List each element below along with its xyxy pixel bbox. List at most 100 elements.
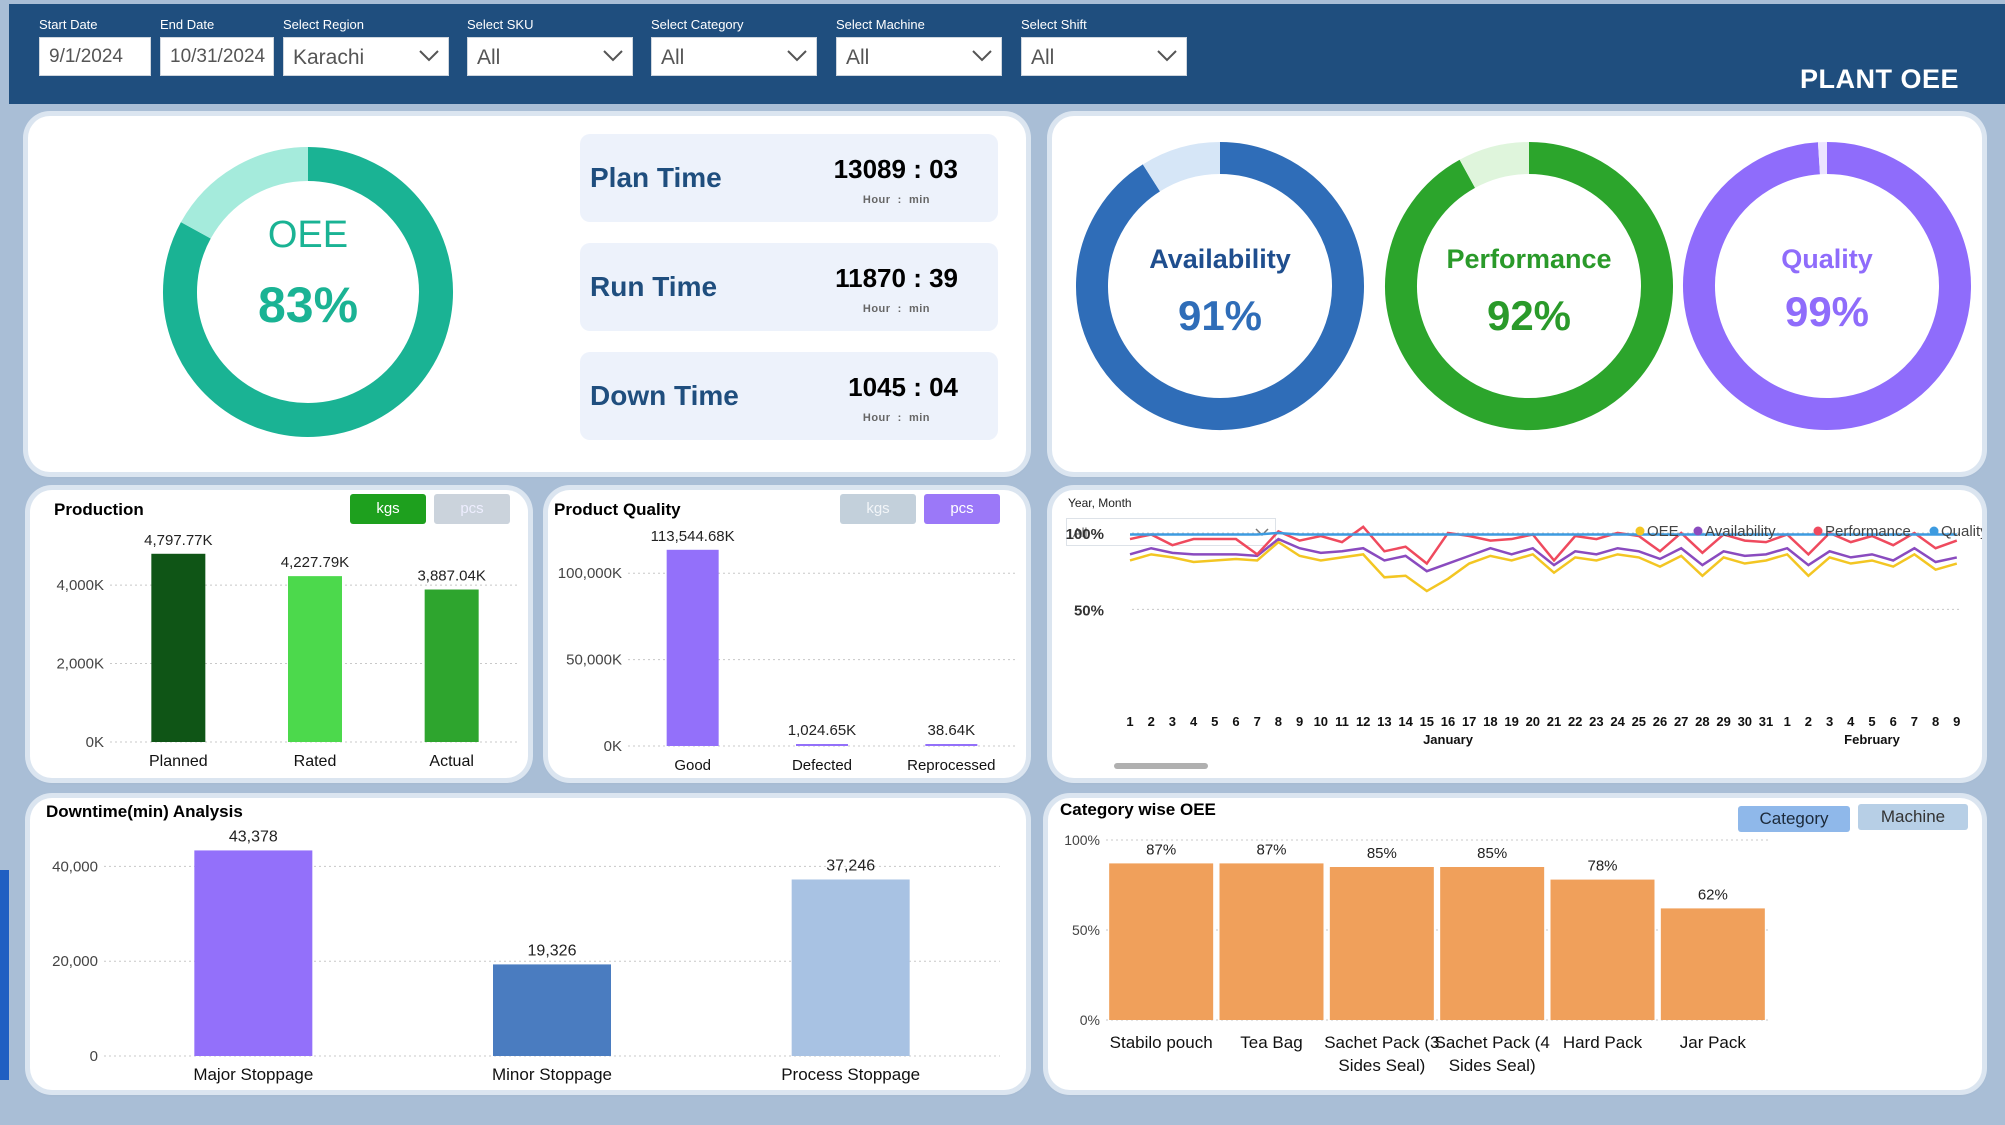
x-tick-label: 24 <box>1610 714 1625 729</box>
data-label: 87% <box>1256 841 1286 858</box>
y-tick-label: 40,000 <box>52 858 98 875</box>
down-time-value: 1045 : 04 <box>848 372 958 402</box>
bar <box>1440 867 1545 1020</box>
x-group-label: January <box>1423 732 1474 747</box>
bar <box>666 549 719 746</box>
x-tick-label: 6 <box>1890 714 1897 729</box>
x-tick-label: 2 <box>1805 714 1812 729</box>
x-tick-label: 5 <box>1868 714 1875 729</box>
bar <box>1109 863 1214 1020</box>
dashboard-root: Start Date 9/1/2024 End Date 10/31/2024 … <box>0 0 2005 1125</box>
category-label: Sides Seal) <box>1449 1056 1536 1075</box>
chevron-down-icon <box>972 50 992 62</box>
x-tick-label: 21 <box>1547 714 1561 729</box>
start-date-value: 9/1/2024 <box>49 46 123 67</box>
machine-select[interactable]: All <box>836 37 1002 76</box>
run-time-value: 11870 : 39 <box>835 263 958 293</box>
availability-value: 91% <box>1177 292 1263 339</box>
category-label: Select Category <box>651 17 744 32</box>
x-tick-label: 13 <box>1377 714 1391 729</box>
chevron-down-icon <box>603 50 623 62</box>
x-tick-label: 20 <box>1526 714 1540 729</box>
bar <box>925 744 978 746</box>
data-label: 38.64K <box>928 722 976 739</box>
x-tick-label: 16 <box>1441 714 1455 729</box>
x-tick-label: 30 <box>1738 714 1752 729</box>
quality-filled-arc <box>1683 142 1971 430</box>
product-quality-chart: 0K 50,000K 100,000K 113,544.68K Good 1,024.65… <box>558 528 1016 774</box>
data-label: 87% <box>1146 841 1176 858</box>
machine-label: Select Machine <box>836 17 925 32</box>
x-tick-label: 25 <box>1632 714 1646 729</box>
x-tick-label: 15 <box>1420 714 1434 729</box>
production-chart: 0K 2,000K 4,000K 4,797.77K Planned 4,227.79K R… <box>56 532 520 770</box>
x-group-label: February <box>1844 732 1900 747</box>
end-date-label: End Date <box>160 17 215 32</box>
shift-select[interactable]: All <box>1021 37 1187 76</box>
category-label: Rated <box>294 753 337 770</box>
x-tick-label: 8 <box>1275 714 1282 729</box>
bar <box>1550 879 1655 1020</box>
start-date-label: Start Date <box>39 17 98 32</box>
x-tick-label: 26 <box>1653 714 1667 729</box>
x-tick-label: 18 <box>1483 714 1497 729</box>
y-tick-label: 100% <box>1066 526 1104 543</box>
x-tick-label: 23 <box>1589 714 1603 729</box>
oee-label: OEE <box>267 214 349 256</box>
plan-time-unit: Hour : min <box>862 194 930 206</box>
horizontal-scrollbar[interactable] <box>1114 763 1208 769</box>
x-tick-label: 5 <box>1211 714 1218 729</box>
data-label: 4,227.79K <box>281 554 349 571</box>
x-tick-label: 7 <box>1911 714 1918 729</box>
category-label: Sides Seal) <box>1338 1056 1425 1075</box>
sku-value: All <box>477 46 501 69</box>
legend-label: OEE <box>1647 523 1679 540</box>
x-tick-label: 9 <box>1953 714 1960 729</box>
end-date-input[interactable]: 10/31/2024 <box>160 37 274 76</box>
legend-label: Performance <box>1825 523 1911 540</box>
shift-label: Select Shift <box>1021 17 1087 32</box>
category-label: Sachet Pack (3 <box>1324 1033 1439 1052</box>
trend-card: Year, Month All 50% 100% 1 2 3 4 5 6 7 8 9 10 11 12 13… <box>1052 490 1982 778</box>
y-tick-label: 100% <box>1064 832 1100 848</box>
shift-value: All <box>1031 46 1055 69</box>
category-label: Actual <box>429 753 473 770</box>
x-tick-label: 19 <box>1504 714 1518 729</box>
legend-marker <box>1693 526 1703 536</box>
bar <box>1660 908 1765 1020</box>
x-tick-label: 3 <box>1169 714 1176 729</box>
legend-label: Quality <box>1941 523 1982 540</box>
down-time-unit: Hour : min <box>862 412 930 424</box>
x-tick-label: 12 <box>1356 714 1370 729</box>
region-label: Select Region <box>283 17 364 32</box>
oee-value: 83% <box>257 277 359 333</box>
left-accent-strip <box>0 870 9 1080</box>
run-time-unit: Hour : min <box>862 303 930 315</box>
plan-time-value: 13089 : 03 <box>833 154 958 184</box>
y-tick-label: 0K <box>604 738 622 755</box>
down-time-box: Down Time 1045 : 04 Hour : min <box>580 352 998 440</box>
category-label: Sachet Pack (4 <box>1435 1033 1550 1052</box>
x-tick-label: 22 <box>1568 714 1582 729</box>
region-select[interactable]: Karachi <box>283 37 449 76</box>
sku-select[interactable]: All <box>467 37 633 76</box>
x-tick-label: 6 <box>1232 714 1239 729</box>
product-quality-card: Product Quality kgs pcs 0K 50,000K 100,000… <box>548 490 1026 778</box>
x-tick-label: 11 <box>1335 714 1349 729</box>
y-tick-label: 0 <box>90 1048 98 1065</box>
performance-remaining-arc <box>1459 142 1530 189</box>
x-tick-label: 7 <box>1254 714 1261 729</box>
chevron-down-icon <box>419 50 439 62</box>
start-date-input[interactable]: 9/1/2024 <box>39 37 151 76</box>
category-value: All <box>661 46 685 69</box>
y-tick-label: 0% <box>1080 1012 1100 1028</box>
x-tick-label: 1 <box>1784 714 1791 729</box>
x-tick-label: 1 <box>1126 714 1133 729</box>
category-select[interactable]: All <box>651 37 817 76</box>
availability-label: Availability <box>1149 244 1291 274</box>
bar <box>288 576 342 742</box>
x-tick-label: 2 <box>1148 714 1155 729</box>
run-time-box: Run Time 11870 : 39 Hour : min <box>580 243 998 331</box>
data-label: 37,246 <box>826 857 875 874</box>
x-tick-label: 4 <box>1847 714 1855 729</box>
